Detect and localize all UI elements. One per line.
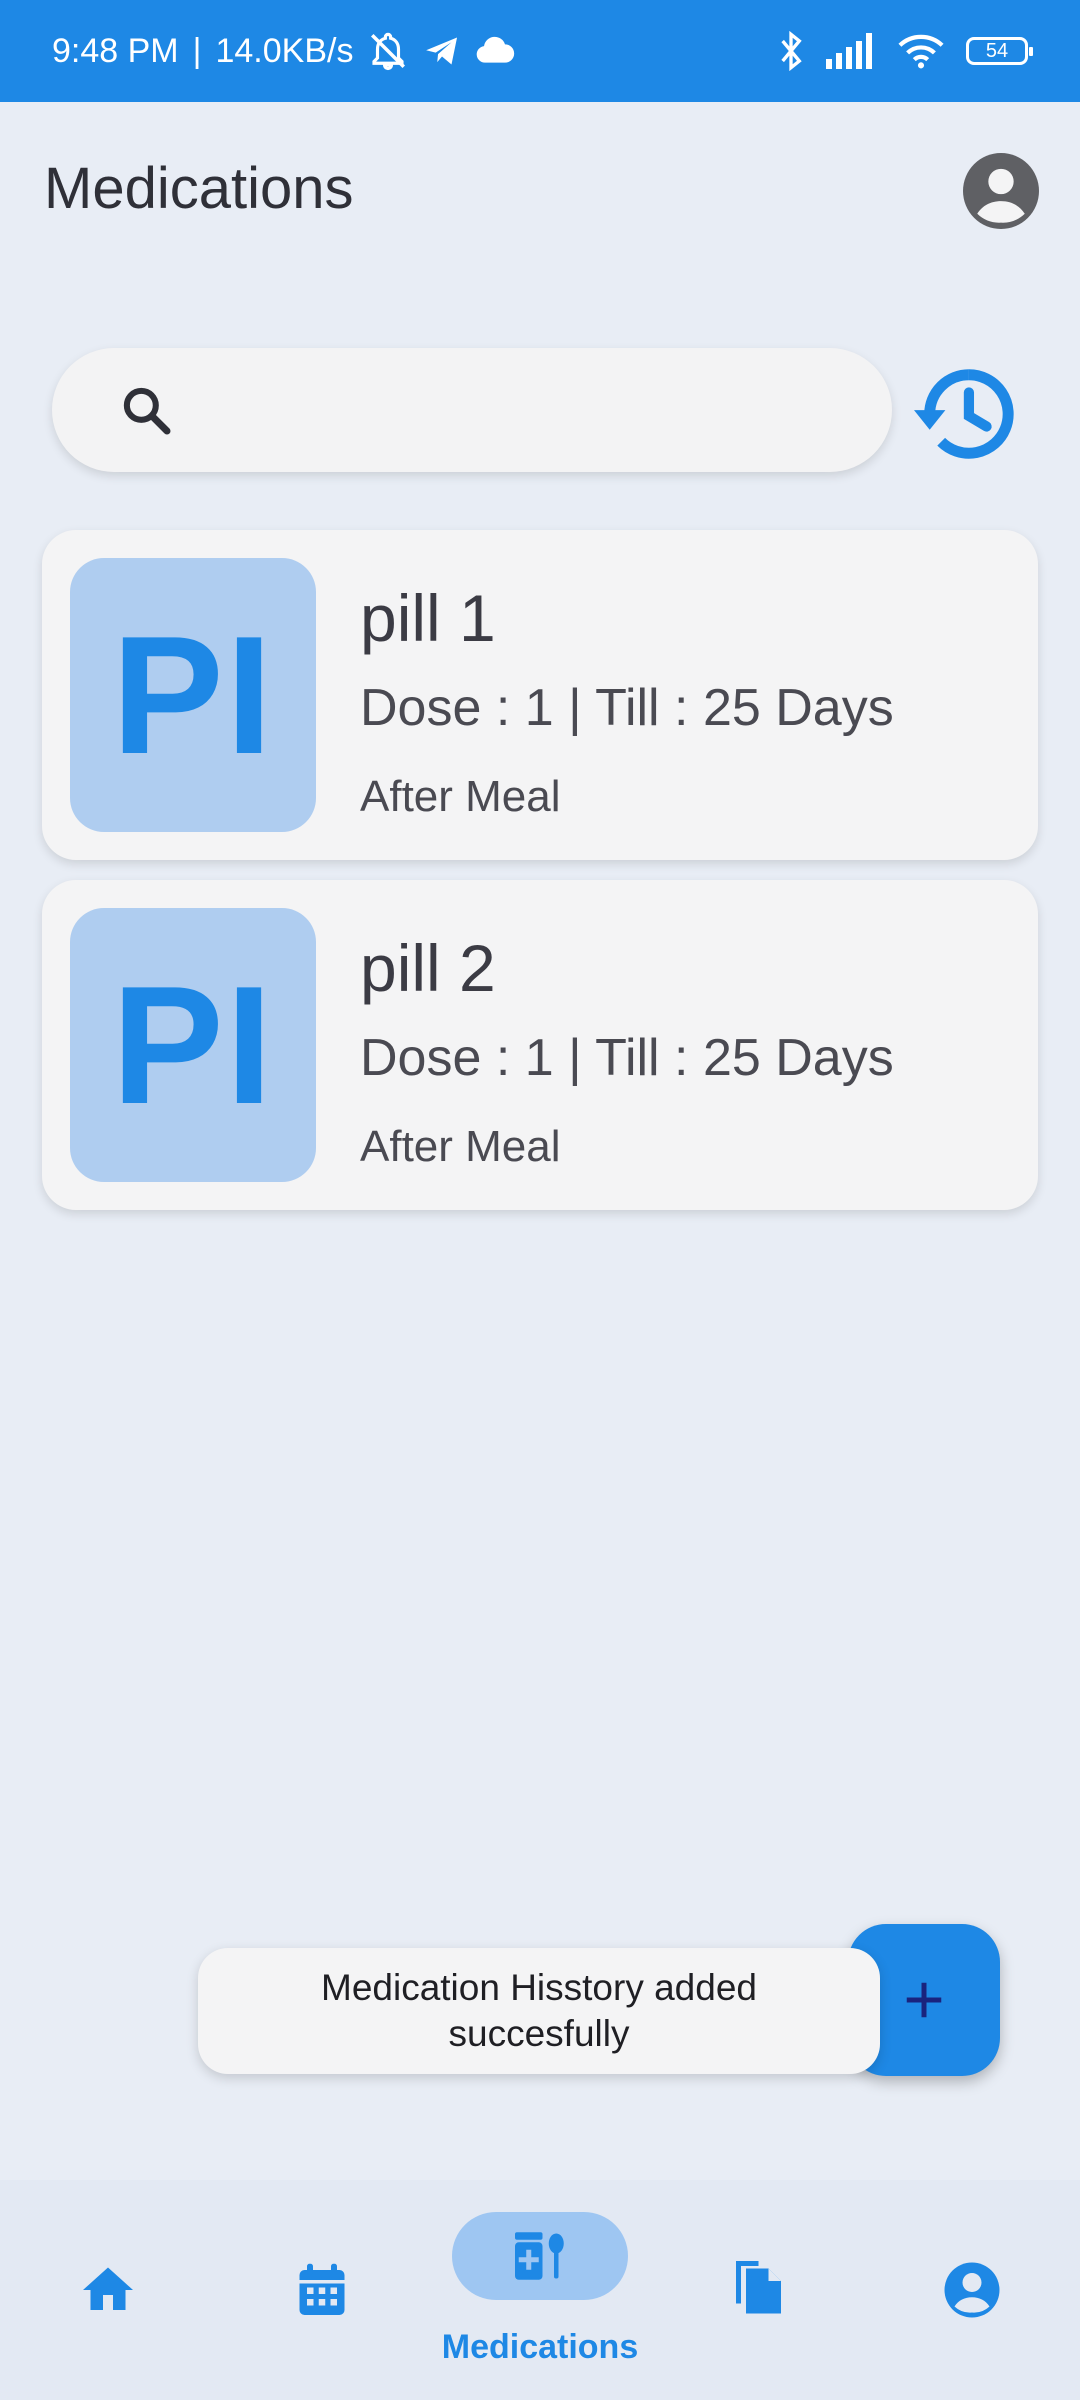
muted-bell-icon (371, 32, 406, 71)
account-circle-icon (944, 2262, 1000, 2318)
medications-icon (515, 2232, 564, 2280)
battery-level: 54 (985, 39, 1009, 62)
search-bar[interactable] (52, 348, 892, 472)
page-title: Medications (44, 156, 354, 221)
status-bar: 9:48 PM | 14.0KB/s 54 (0, 0, 1080, 102)
calendar-icon (299, 2263, 345, 2315)
home-icon (83, 2267, 133, 2310)
medication-avatar: PI (70, 908, 316, 1182)
medication-timing: After Meal (360, 772, 561, 821)
plus-icon (906, 1982, 942, 2018)
nav-item-medications[interactable]: Medications (432, 2180, 648, 2400)
documents-icon (736, 2261, 781, 2314)
search-icon (123, 387, 171, 435)
snackbar: Medication Hisstory added succesfully (198, 1948, 880, 2074)
status-separator: | (192, 31, 202, 70)
telegram-icon (426, 37, 458, 65)
medication-card[interactable]: PI pill 1 Dose : 1 | Till : 25 Days Afte… (42, 530, 1038, 860)
wifi-icon (898, 34, 944, 69)
medication-dose: Dose : 1 | Till : 25 Days (360, 679, 894, 737)
medication-avatar: PI (70, 558, 316, 832)
nav-item-documents[interactable] (648, 2180, 864, 2400)
bottom-navigation: Medications (0, 2180, 1080, 2400)
network-speed: 14.0KB/s (215, 31, 354, 70)
status-time: 9:48 PM (52, 31, 179, 70)
signal-icon (826, 33, 872, 69)
snackbar-message: Medication Hisstory added succesfully (321, 1967, 757, 2054)
medication-name: pill 2 (360, 931, 496, 1005)
account-circle-icon[interactable] (963, 153, 1039, 229)
search-input[interactable] (194, 386, 818, 434)
nav-item-profile[interactable] (864, 2180, 1080, 2400)
battery-icon: 54 (966, 37, 1033, 65)
nav-item-calendar[interactable] (216, 2180, 432, 2400)
status-right: 54 (778, 31, 1033, 71)
medication-timing: After Meal (360, 1122, 561, 1171)
medication-card[interactable]: PI pill 2 Dose : 1 | Till : 25 Days Afte… (42, 880, 1038, 1210)
status-left: 9:48 PM | 14.0KB/s (52, 30, 515, 72)
bluetooth-icon (781, 31, 802, 71)
cloud-icon (477, 36, 515, 63)
medication-dose: Dose : 1 | Till : 25 Days (360, 1029, 894, 1087)
medication-name: pill 1 (360, 581, 496, 655)
nav-label-medications: Medications (441, 2328, 639, 2366)
history-icon[interactable] (914, 366, 1016, 462)
nav-item-home[interactable] (0, 2180, 216, 2400)
